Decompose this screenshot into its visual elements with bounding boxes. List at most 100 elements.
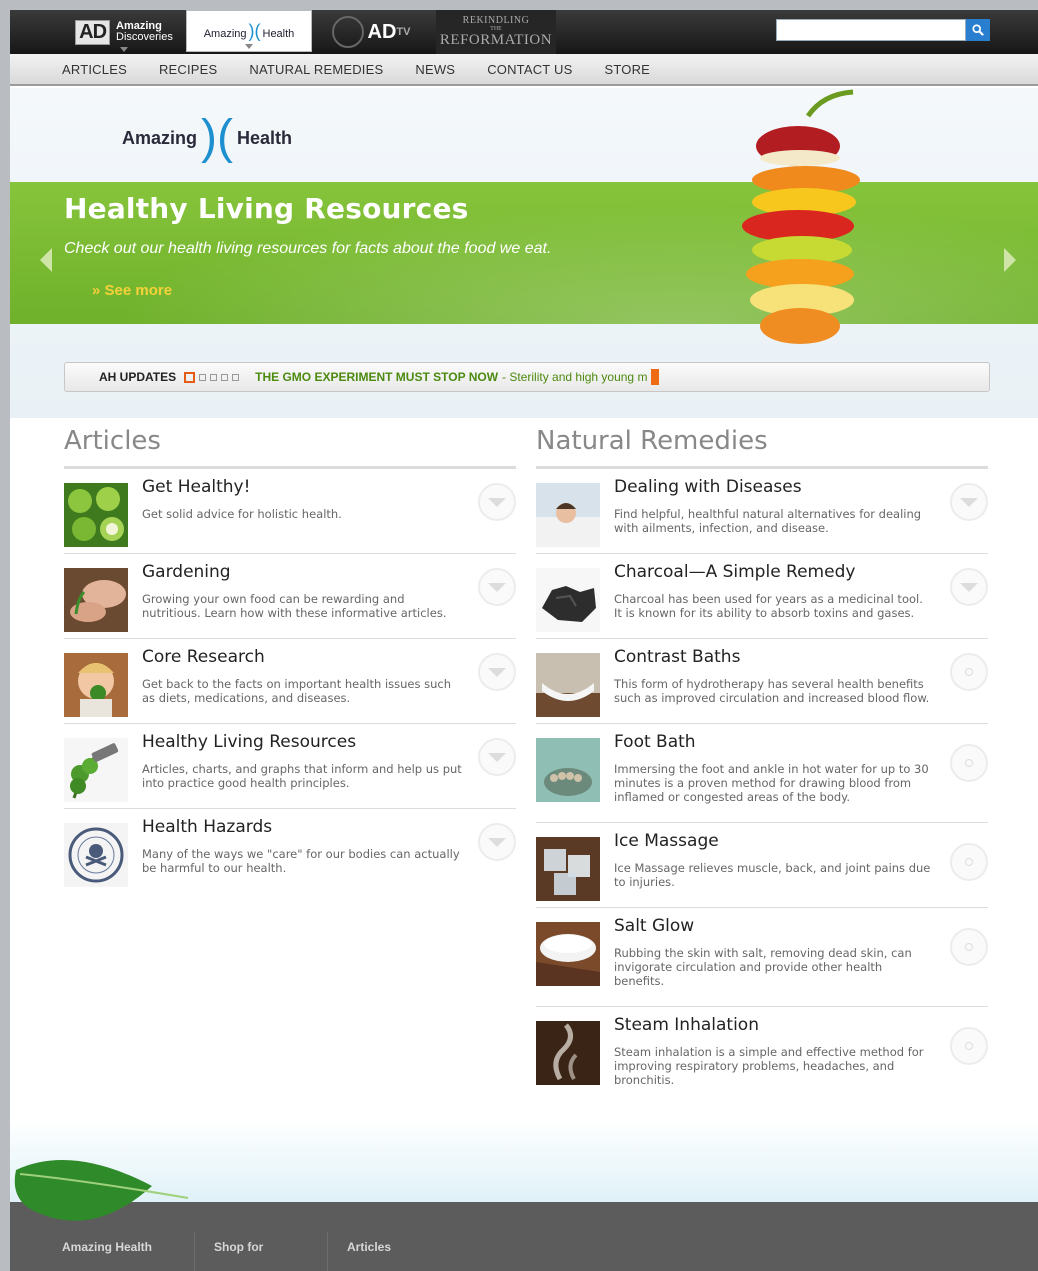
chevron-down-icon	[120, 47, 128, 52]
footer-amazing-health[interactable]: Amazing Health	[62, 1240, 152, 1254]
search-box	[776, 19, 994, 41]
ah-tab-right: Health	[262, 27, 295, 40]
list-item[interactable]: Ice Massage Ice Massage relieves muscle,…	[536, 823, 988, 908]
item-desc: Charcoal has been used for years as a me…	[614, 592, 923, 620]
list-item[interactable]: Dealing with Diseases Find helpful, heal…	[536, 469, 988, 554]
item-title: Foot Bath	[614, 732, 696, 752]
slider-prev-icon[interactable]	[40, 248, 52, 272]
fruit-stack-image	[742, 89, 860, 344]
ice-cubes-thumbnail	[536, 837, 600, 901]
list-item[interactable]: Charcoal—A Simple Remedy Charcoal has be…	[536, 554, 988, 639]
list-item[interactable]: Steam Inhalation Steam inhalation is a s…	[536, 1007, 988, 1105]
rr-line1: REKINDLING	[462, 15, 530, 26]
logo-left: Amazing	[122, 127, 198, 148]
footer-divider	[327, 1232, 328, 1271]
search-icon	[972, 24, 984, 36]
nav-news[interactable]: NEWS	[415, 62, 455, 77]
rekindling-reformation-tab[interactable]: REKINDLING THE REFORMATION	[436, 10, 556, 54]
natural-remedies-heading: Natural Remedies	[536, 422, 988, 469]
ah-swoosh-icon: )(	[248, 20, 261, 41]
item-title: Contrast Baths	[614, 647, 741, 667]
salt-bowl-thumbnail	[536, 922, 600, 986]
expand-button[interactable]	[478, 823, 516, 861]
footer-shop-for[interactable]: Shop for	[214, 1240, 263, 1254]
dot-icon	[965, 1042, 973, 1050]
search-button[interactable]	[966, 19, 990, 41]
logo-swoosh-icon: )(	[201, 111, 233, 164]
list-item[interactable]: Foot Bath Immersing the foot and ankle i…	[536, 724, 988, 823]
item-title: Gardening	[142, 562, 231, 582]
item-desc: Rubbing the skin with salt, removing dea…	[614, 946, 912, 988]
expand-button[interactable]	[478, 483, 516, 521]
ticker-dot[interactable]	[232, 373, 240, 381]
natural-remedies-section: Natural Remedies Dealing with Diseases F…	[536, 422, 988, 1105]
nav-natural-remedies[interactable]: NATURAL REMEDIES	[249, 62, 383, 77]
ticker-dot[interactable]	[221, 373, 229, 381]
apples-thumbnail	[64, 483, 128, 547]
network-bar: AD Amazing Discoveries Amazing)(Health A…	[10, 10, 1038, 54]
foot-bath-thumbnail	[536, 738, 600, 802]
see-more-link[interactable]: » See more	[92, 282, 172, 299]
item-desc: Ice Massage relieves muscle, back, and j…	[614, 861, 931, 889]
list-item[interactable]: Salt Glow Rubbing the skin with salt, re…	[536, 908, 988, 1007]
chevron-down-icon	[960, 582, 978, 592]
bathtub-thumbnail	[536, 653, 600, 717]
item-desc: Growing your own food can be rewarding a…	[142, 592, 447, 620]
rr-line3: REFORMATION	[439, 32, 553, 48]
item-desc: This form of hydrotherapy has several he…	[614, 677, 930, 705]
info-button[interactable]	[950, 928, 988, 966]
expand-button[interactable]	[478, 653, 516, 691]
chevron-down-icon	[488, 837, 506, 847]
ah-tab-left: Amazing	[203, 27, 247, 40]
amazing-discoveries-tab[interactable]: AD Amazing Discoveries	[64, 10, 184, 54]
list-item[interactable]: Get Healthy! Get solid advice for holist…	[64, 469, 516, 554]
info-button[interactable]	[950, 744, 988, 782]
ticker-dot[interactable]	[210, 373, 218, 381]
articles-section: Articles Get Healthy! Get solid advice f…	[64, 422, 516, 893]
list-item[interactable]: Health Hazards Many of the ways we "care…	[64, 809, 516, 893]
nav-recipes[interactable]: RECIPES	[159, 62, 217, 77]
ticker-pager	[184, 371, 243, 383]
amazing-health-tab[interactable]: Amazing)(Health	[186, 10, 312, 52]
expand-button[interactable]	[478, 738, 516, 776]
item-desc: Get back to the facts on important healt…	[142, 677, 452, 705]
ticker-text: - Sterility and high young m	[502, 370, 648, 384]
item-title: Dealing with Diseases	[614, 477, 802, 497]
search-input[interactable]	[776, 19, 966, 41]
ad-logo-icon: AD	[75, 19, 111, 45]
adtv-tab[interactable]: AD TV	[316, 10, 426, 54]
list-item[interactable]: Contrast Baths This form of hydrotherapy…	[536, 639, 988, 724]
hero-title: Healthy Living Resources	[64, 192, 469, 225]
info-button[interactable]	[950, 653, 988, 691]
main-nav: ARTICLES RECIPES NATURAL REMEDIES NEWS C…	[10, 54, 1038, 86]
info-button[interactable]	[950, 1027, 988, 1065]
item-title: Steam Inhalation	[614, 1015, 759, 1035]
adtv-sub: TV	[396, 26, 411, 38]
ticker-dot-active[interactable]	[184, 371, 196, 383]
chevron-down-icon	[488, 752, 506, 762]
footer-articles[interactable]: Articles	[347, 1240, 391, 1254]
expand-button[interactable]	[478, 568, 516, 606]
slider-next-icon[interactable]	[1004, 248, 1016, 272]
info-button[interactable]	[950, 843, 988, 881]
expand-button[interactable]	[950, 568, 988, 606]
nav-articles[interactable]: ARTICLES	[62, 62, 127, 77]
page: AD Amazing Discoveries Amazing)(Health A…	[10, 10, 1038, 1271]
nav-store[interactable]: STORE	[605, 62, 651, 77]
steam-thumbnail	[536, 1021, 600, 1085]
ticker-headline[interactable]: THE GMO EXPERIMENT MUST STOP NOW	[255, 370, 498, 384]
amazing-health-logo[interactable]: Amazing )( Health	[122, 111, 292, 164]
list-item[interactable]: Core Research Get back to the facts on i…	[64, 639, 516, 724]
chevron-down-icon	[488, 497, 506, 507]
gardening-thumbnail	[64, 568, 128, 632]
item-title: Get Healthy!	[142, 477, 251, 497]
ticker-dot[interactable]	[199, 373, 207, 381]
leaf-icon	[14, 1160, 189, 1221]
ticker-label: AH UPDATES	[99, 370, 177, 384]
list-item[interactable]: Healthy Living Resources Articles, chart…	[64, 724, 516, 809]
child-eating-thumbnail	[64, 653, 128, 717]
expand-button[interactable]	[950, 483, 988, 521]
updates-ticker: AH UPDATES THE GMO EXPERIMENT MUST STOP …	[64, 362, 990, 392]
nav-contact-us[interactable]: CONTACT US	[487, 62, 572, 77]
list-item[interactable]: Gardening Growing your own food can be r…	[64, 554, 516, 639]
